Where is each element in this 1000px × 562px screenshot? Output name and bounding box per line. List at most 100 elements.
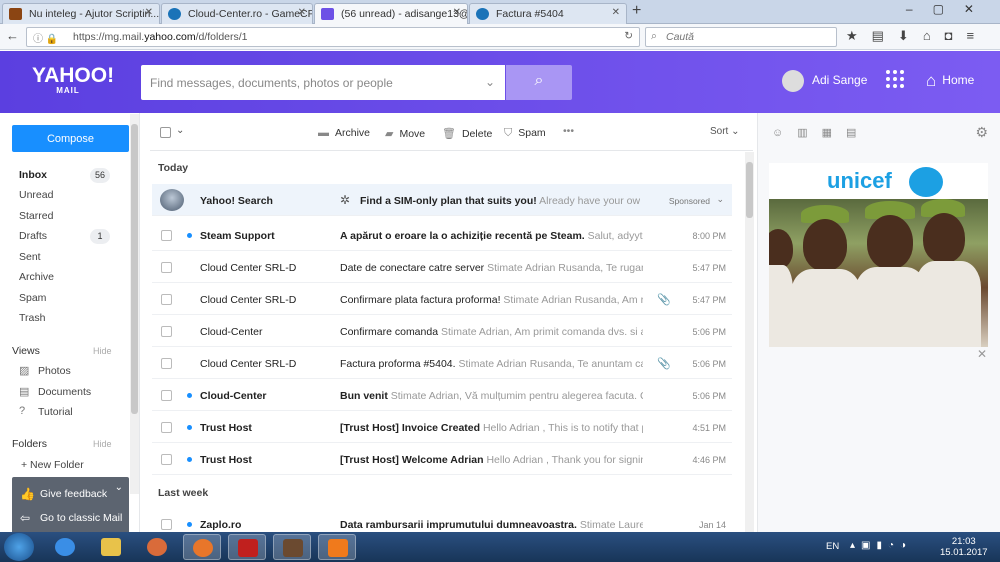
move-button[interactable]: ▰ Move [385, 127, 425, 140]
new-tab-button[interactable]: + [632, 2, 641, 20]
sort-button[interactable]: Sort ⌄ [710, 126, 740, 137]
row-checkbox[interactable] [161, 230, 172, 241]
message-row[interactable]: Cloud Center SRL-D Date de conectare cat… [152, 251, 732, 283]
sidebar-item-sent[interactable]: Sent [19, 251, 41, 263]
right-pane-tabs[interactable]: ☺▥▦▤ [772, 126, 870, 139]
back-icon[interactable]: ← [6, 28, 19, 43]
browser-toolbar-icons[interactable]: ★▤⬇⌂◘≡ [846, 28, 988, 44]
browser-tab-1[interactable]: Nu inteleg - Ajutor Scriptin... ✕ [2, 3, 160, 24]
taskbar-explorer[interactable] [92, 534, 130, 560]
sidebar-item-unread[interactable]: Unread [19, 189, 53, 201]
url-bar[interactable]: ⓘ 🔒 https://mg.mail.yahoo.com/d/folders/… [26, 27, 640, 47]
close-icon[interactable]: ✕ [145, 7, 153, 18]
sender: Cloud Center SRL-D [200, 294, 297, 306]
site-info-icon[interactable]: ⓘ 🔒 [33, 30, 58, 45]
select-all-checkbox[interactable] [160, 127, 171, 138]
message-row[interactable]: Zaplo.ro Data rambursarii imprumutului d… [152, 508, 732, 532]
compose-button[interactable]: Compose [12, 125, 129, 152]
subject: [Trust Host] Welcome Adrian Hello Adrian… [340, 454, 643, 466]
user-profile[interactable]: Adi Sange [782, 70, 867, 92]
row-checkbox[interactable] [161, 519, 172, 530]
message-row[interactable]: Cloud-Center Confirmare comanda Stimate … [152, 315, 732, 347]
row-checkbox[interactable] [161, 262, 172, 273]
sidebar-scrollbar[interactable] [130, 114, 139, 494]
yahoo-mail-logo[interactable]: YAHOO! MAIL [32, 65, 114, 96]
language-indicator[interactable]: EN [826, 541, 839, 552]
message-row[interactable]: Cloud Center SRL-D Factura proforma #540… [152, 347, 732, 379]
archive-button[interactable]: ▬ Archive [318, 127, 370, 139]
tab-label: Cloud-Center.ro - GameCP [188, 8, 313, 20]
attachment-icon: 📎 [657, 294, 671, 306]
sidebar-item-starred[interactable]: Starred [19, 210, 53, 222]
mail-search-button[interactable]: ⌕ [506, 65, 572, 100]
chevron-down-icon[interactable]: ⌄ [716, 194, 724, 205]
browser-tab-2[interactable]: Cloud-Center.ro - GameCP ✕ [161, 3, 313, 24]
row-checkbox[interactable] [161, 294, 172, 305]
message-row[interactable]: Trust Host [Trust Host] Welcome Adrian H… [152, 443, 732, 475]
subject: Confirmare plata factura proforma! Stima… [340, 294, 643, 306]
mail-search-input[interactable]: Find messages, documents, photos or peop… [141, 65, 505, 100]
taskbar-ie[interactable] [46, 534, 84, 560]
message-row[interactable]: Steam Support A apărut o eroare la o ach… [152, 219, 732, 251]
taskbar-game[interactable] [273, 534, 311, 560]
taskbar-filezilla[interactable] [228, 534, 266, 560]
message-row[interactable]: Cloud-Center Bun venit Stimate Adrian, V… [152, 379, 732, 411]
reload-icon[interactable]: ↻ [624, 30, 633, 42]
apps-grid-icon[interactable] [886, 70, 904, 88]
sidebar-item-drafts[interactable]: Drafts [19, 230, 47, 242]
classic-mail-link[interactable]: Go to classic Mail [40, 512, 122, 524]
sidebar-item-inbox[interactable]: Inbox [19, 169, 47, 181]
subject: Find a SIM-only plan that suits you! Alr… [360, 195, 640, 207]
mail-header: YAHOO! MAIL Find messages, documents, ph… [0, 51, 1000, 113]
row-checkbox[interactable] [161, 422, 172, 433]
close-icon[interactable]: ✕ [612, 7, 620, 18]
sidebar: Compose Inbox 56 Unread Starred Drafts 1… [0, 113, 140, 532]
row-checkbox[interactable] [161, 454, 172, 465]
sponsored-row[interactable]: Yahoo! Search ✲ Find a SIM-only plan tha… [152, 184, 732, 216]
message-list-scrollbar[interactable] [745, 152, 754, 532]
row-checkbox[interactable] [161, 390, 172, 401]
views-hide-link[interactable]: Hide [93, 346, 112, 356]
close-icon[interactable]: ✕ [977, 347, 987, 361]
sidebar-item-tutorial[interactable]: Tutorial [38, 406, 73, 418]
ie-icon [55, 538, 75, 556]
chevron-down-icon[interactable]: ⌄ [115, 482, 123, 493]
more-actions-button[interactable]: ••• [563, 125, 574, 137]
row-checkbox[interactable] [161, 358, 172, 369]
tray-icons[interactable]: ▴▣▮◔◑ [850, 540, 912, 551]
start-button[interactable] [4, 533, 34, 561]
chevron-down-icon[interactable]: ⌄ [176, 125, 184, 136]
close-icon[interactable]: ✕ [453, 7, 461, 18]
close-icon[interactable]: ✕ [298, 7, 306, 18]
subject: Date de conectare catre server Stimate A… [340, 262, 643, 274]
taskbar-paint[interactable] [138, 534, 176, 560]
message-row[interactable]: Cloud Center SRL-D Confirmare plata fact… [152, 283, 732, 315]
spam-button[interactable]: ⛉ Spam [504, 127, 546, 140]
chevron-down-icon[interactable]: ⌄ [485, 75, 495, 89]
sidebar-item-spam[interactable]: Spam [19, 292, 46, 304]
message-row[interactable]: Trust Host [Trust Host] Invoice Created … [152, 411, 732, 443]
ad-avatar [160, 189, 184, 211]
sidebar-item-documents[interactable]: Documents [38, 386, 91, 398]
forum-favicon-icon [9, 8, 22, 20]
folders-hide-link[interactable]: Hide [93, 439, 112, 449]
unicef-ad[interactable]: unicef [769, 163, 988, 347]
browser-tab-bar: Nu inteleg - Ajutor Scriptin... ✕ Cloud-… [0, 0, 1000, 24]
sidebar-item-trash[interactable]: Trash [19, 312, 45, 324]
sponsored-label: Sponsored [668, 196, 710, 206]
clock[interactable]: 21:03 15.01.2017 [940, 536, 988, 558]
gear-icon[interactable]: ⚙ [975, 124, 988, 141]
home-link[interactable]: ⌂ Home [926, 71, 974, 91]
give-feedback-link[interactable]: Give feedback [40, 488, 107, 500]
taskbar-firefox[interactable] [183, 534, 221, 560]
row-checkbox[interactable] [161, 326, 172, 337]
sidebar-item-photos[interactable]: Photos [38, 365, 71, 377]
taskbar-xampp[interactable] [318, 534, 356, 560]
browser-search-input[interactable]: ⌕ Caută [645, 27, 837, 47]
delete-button[interactable]: 🗑 Delete [442, 127, 492, 140]
browser-tab-3[interactable]: (56 unread) - adisange13@... ✕ [314, 3, 468, 24]
sidebar-item-archive[interactable]: Archive [19, 271, 54, 283]
browser-tab-4[interactable]: Factura #5404 ✕ [469, 3, 627, 24]
new-folder-button[interactable]: + New Folder [21, 459, 84, 471]
window-controls[interactable]: –▢✕ [906, 2, 994, 16]
